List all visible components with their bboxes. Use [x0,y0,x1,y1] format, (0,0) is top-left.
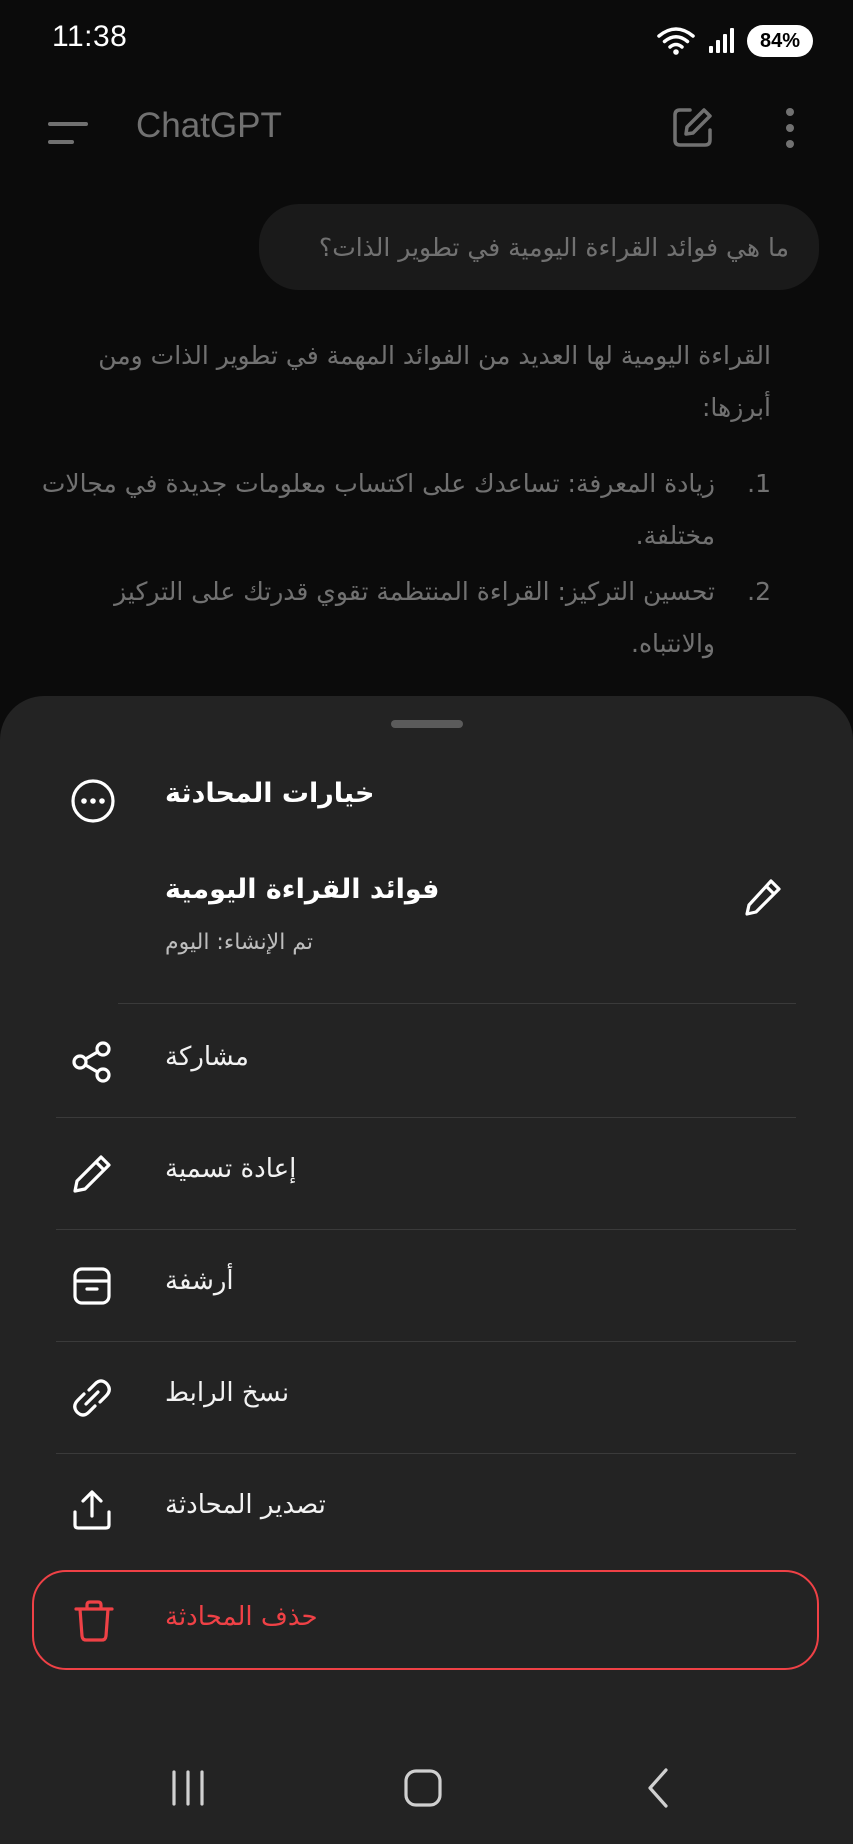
wifi-icon [657,26,695,56]
chat-background: ChatGPT ما هي فوائد القراءة اليومية في ت… [0,80,853,700]
back-icon[interactable] [630,1758,690,1818]
delete-conversation-button[interactable]: حذف المحادثة [32,1570,819,1670]
status-icons: 84% [657,24,813,58]
copy-link-button[interactable]: نسخ الرابط [56,1342,796,1454]
archive-icon [70,1264,114,1308]
list-item-number: 2. [747,577,771,606]
status-bar: 11:38 84% [0,0,853,80]
share-label: مشاركة [165,1042,249,1072]
share-button[interactable]: مشاركة [56,1006,796,1118]
more-horizontal-icon [70,778,116,824]
edit-title-icon[interactable] [742,876,784,918]
list-item-text: تحسين التركيز: القراءة المنتظمة تقوي قدر… [114,577,715,658]
status-time: 11:38 [52,20,128,53]
export-conversation-button[interactable]: تصدير المحادثة [56,1454,796,1566]
signal-icon [707,27,735,55]
copy-link-label: نسخ الرابط [165,1378,290,1408]
pencil-icon [70,1152,114,1196]
link-icon [70,1376,114,1420]
drag-handle[interactable] [391,720,463,728]
recent-apps-icon[interactable] [158,1758,218,1818]
conversation-title: فوائد القراءة اليومية [165,874,440,905]
trash-icon [72,1599,116,1643]
conversation-options-sheet: خيارات المحادثة فوائد القراءة اليومية تم… [0,696,853,1844]
new-chat-icon[interactable] [668,102,718,152]
export-icon [70,1488,114,1532]
assistant-list-item: 1. زيادة المعرفة: تساعدك على اكتساب معلو… [41,458,771,562]
share-icon [70,1040,114,1084]
list-item-number: 1. [747,469,771,498]
conversation-created-date: تم الإنشاء: اليوم [165,930,314,955]
archive-label: أرشفة [165,1266,234,1296]
delete-label: حذف المحادثة [165,1602,318,1632]
list-item-text: زيادة المعرفة: تساعدك على اكتساب معلومات… [41,469,715,550]
user-message-bubble: ما هي فوائد القراءة اليومية في تطوير الذ… [259,204,819,290]
rename-label: إعادة تسمية [165,1154,297,1184]
export-label: تصدير المحادثة [165,1490,326,1520]
archive-button[interactable]: أرشفة [56,1230,796,1342]
assistant-intro: القراءة اليومية لها العديد من الفوائد ال… [98,341,771,422]
divider [118,1003,796,1004]
sheet-title: خيارات المحادثة [165,778,375,809]
assistant-list-item: 2. تحسين التركيز: القراءة المنتظمة تقوي … [41,566,771,670]
screen: 11:38 84% ChatGPT ما هي فوائد القراءة ال… [0,0,853,1844]
home-icon[interactable] [393,1758,453,1818]
rename-button[interactable]: إعادة تسمية [56,1118,796,1230]
app-title: ChatGPT [136,106,282,145]
more-vertical-icon[interactable] [776,104,804,152]
sidebar-menu-icon[interactable] [46,112,90,156]
battery-icon: 84% [747,25,813,57]
system-nav-bar [0,1740,853,1844]
